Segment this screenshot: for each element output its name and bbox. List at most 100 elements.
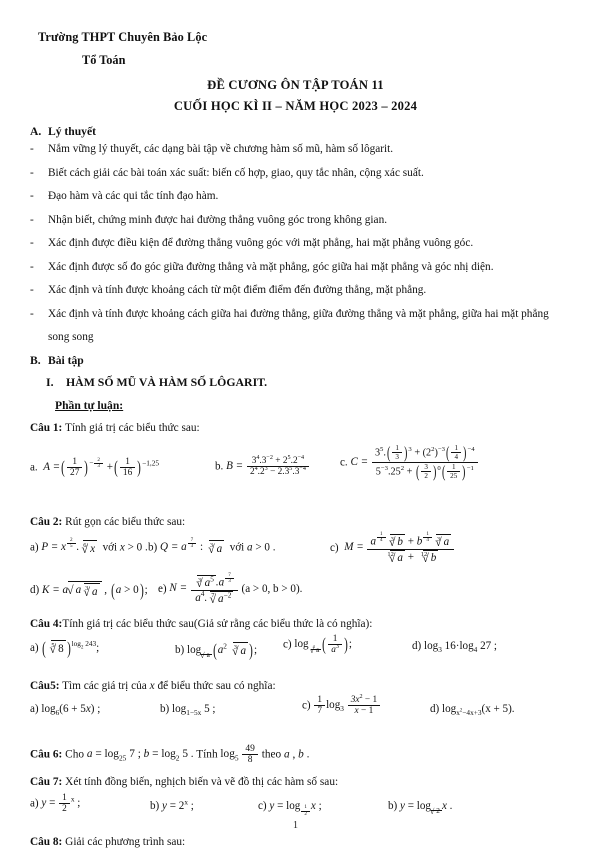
q4-part-c: c) log4a(1a3);	[283, 634, 352, 656]
theory-text: Đạo hàm và các qui tắc tính đạo hàm.	[48, 190, 219, 202]
q2b-condition: với a > 0 .	[229, 541, 276, 554]
question-5-text2: để biểu thức sau có nghĩa:	[157, 679, 276, 692]
q2a-condition: với x > 0 .	[102, 541, 148, 554]
question-6-tinh: Tính	[196, 748, 218, 761]
q5a-expression: log6(6 + 5x) ;	[41, 702, 101, 717]
q4-part-b: b) loga(a2 3a);	[175, 640, 257, 661]
q2e-expression: N = 3a5.a73 a4.7a−2 (a > 0, b > 0).	[169, 572, 302, 605]
school-name: Trường THPT Chuyên Bảo Lộc	[38, 30, 208, 44]
document-page: Trường THPT Chuyên Bảo Lộc Tổ Toán ĐỀ CƯ…	[0, 0, 591, 848]
q6-expression-2: log5 49 8	[220, 744, 258, 765]
dash-icon: -	[30, 166, 34, 179]
q7a-expression: y = 12x ;	[41, 792, 81, 815]
question-2-label: Câu 2:	[30, 515, 63, 528]
question-5-prompt: Câu5: Tìm các giá trị của x để biểu thức…	[30, 680, 591, 692]
section-b-heading: B. Bài tập	[30, 354, 591, 367]
q4b-expression: loga(a2 3a);	[187, 640, 257, 660]
q2b-label: b)	[148, 541, 158, 554]
q4a-expression: (58)log2 243;	[41, 638, 100, 658]
q1c-label: c.	[340, 455, 348, 468]
q5d-expression: logx2−4x+3(x + 5).	[442, 702, 515, 717]
q6-vars: a , b .	[284, 748, 310, 761]
document-title-line1: ĐỀ CƯƠNG ÔN TẬP TOÁN 11	[207, 78, 384, 92]
section-a-heading: A. Lý thuyết	[30, 125, 591, 138]
dash-icon: -	[30, 284, 34, 296]
question-4-label: Câu 4:	[30, 617, 63, 630]
q1-part-c: c. C = 35.(1 3)3 + (22)−3(1 4)−4 5−3.252 +…	[340, 443, 479, 482]
section-b-title: Bài tập	[48, 353, 84, 367]
q7d-expression: y = log2x .	[400, 800, 452, 814]
list-item: - Xác định và tính được khoảng cách giữa …	[30, 303, 565, 350]
question-5-label: Câu5:	[30, 679, 60, 692]
q5c-label: c)	[302, 698, 311, 711]
q7-part-d: b) y = log2x .	[388, 799, 452, 814]
q7-part-b: b) y = 2x ;	[150, 797, 194, 812]
q2d-expression: K = aa3a , (a > 0);	[42, 580, 148, 600]
question-2-prompt: Câu 2: Rút gọn các biểu thức sau:	[30, 516, 591, 528]
q2-part-b: b) Q = a73 : 3a với a > 0 .	[148, 537, 276, 556]
q1-part-b: b. B = 34.3−2 + 25.2−4 24.23 − 2.35.3−4	[215, 454, 310, 478]
q5b-label: b)	[160, 702, 170, 715]
q5c-expression: 1 7 log3 3x2 − 1x − 1	[313, 693, 381, 716]
dash-icon: -	[30, 213, 34, 226]
list-item: - Nhận biết, chứng minh được hai đường th…	[30, 209, 565, 233]
question-6-label: Câu 6:	[30, 748, 63, 761]
q7d-label: b)	[388, 799, 398, 812]
question-5-text: Tìm các giá trị của	[62, 679, 147, 692]
question-1-text: Tính giá trị các biểu thức sau:	[64, 421, 200, 434]
list-item: - Biết cách giải các bài toán xác suất: b…	[30, 162, 565, 186]
q7b-expression: y = 2x ;	[162, 797, 194, 812]
theory-text: Xác định được số đo góc giữa đường thẳng…	[48, 260, 494, 273]
question-1-prompt: Câu 1: Tính giá trị các biểu thức sau:	[30, 422, 591, 434]
list-item: - Xác định và tính được khoảng cách từ mộ…	[30, 279, 565, 303]
list-item: - Đạo hàm và các qui tắc tính đạo hàm.	[30, 185, 565, 209]
dash-icon: -	[30, 143, 34, 155]
q7a-label: a)	[30, 797, 39, 810]
q4c-label: c)	[283, 637, 292, 650]
dash-icon: -	[30, 307, 34, 320]
question-6-cho: Cho	[65, 748, 84, 761]
q7-part-a: a) y = 12x ;	[30, 793, 80, 815]
q2e-label: e)	[158, 582, 167, 595]
list-item: - Xác định được số đo góc giữa đường thẳn…	[30, 256, 565, 280]
question-4-prompt: Câu 4:Tính giá trị các biểu thức sau(Giả…	[30, 618, 591, 630]
q5d-label: d)	[430, 702, 440, 715]
theory-text: Xác định và tính được khoảng cách giữa h…	[48, 307, 549, 344]
theory-text: Biết cách giải các bài toán xác suất: bi…	[48, 166, 424, 179]
q1a-expression: A =(1 27)− 2 3 +(1 16)−1,25	[43, 456, 160, 478]
section-roman-title: HÀM SỐ MŨ VÀ HÀM SỐ LÔGARIT.	[66, 374, 268, 389]
q4d-expression: log3 16·log4 27 ;	[424, 639, 498, 654]
q7b-label: b)	[150, 799, 160, 812]
document-title-line2: CUỐI HỌC KÌ II – NĂM HỌC 2023 – 2024	[173, 99, 418, 113]
q2-part-a: a) P = x25.6x với x > 0 .	[30, 537, 148, 556]
dash-icon: -	[30, 237, 34, 249]
theory-list: - Nắm vững lý thuyết, các dạng bài tập về…	[0, 138, 591, 350]
section-roman-heading: I. HÀM SỐ MŨ VÀ HÀM SỐ LÔGARIT.	[46, 375, 591, 390]
q1b-expression: B = 34.3−2 + 25.2−4 24.23 − 2.35.3−4	[226, 454, 310, 477]
question-5-var: x	[149, 679, 155, 692]
section-a-label: A.	[30, 125, 42, 138]
question-2-text: Rút gọn các biểu thức sau:	[65, 515, 186, 528]
q1-part-a: a. A =(1 27)− 2 3 +(1 16)−1,25	[30, 457, 159, 479]
q4a-label: a)	[30, 641, 39, 654]
q5-part-c: c) 1 7 log3 3x2 − 1x − 1	[302, 693, 381, 717]
q2a-expression: P = x25.6x	[41, 537, 98, 555]
q5-part-b: b) log1−5x 5 ;	[160, 702, 216, 716]
question-1-parts: a. A =(1 27)− 2 3 +(1 16)−1,25 b. B = 34.3−2…	[30, 443, 591, 492]
list-item: - Nắm vững lý thuyết, các dạng bài tập về…	[30, 138, 565, 162]
q7c-label: c)	[258, 799, 267, 812]
question-1-label: Câu 1:	[30, 421, 63, 434]
q2d-label: d)	[30, 583, 40, 596]
q1a-label: a.	[30, 460, 38, 473]
theory-text: Nắm vững lý thuyết, các dạng bài tập về …	[48, 143, 394, 155]
theory-text: Xác định và tính được khoảng cách từ một…	[48, 284, 427, 296]
q6-expression-1: a = log25 7 ; b = log2 5 .	[86, 748, 194, 763]
subsection-wrap: Phần tự luận:	[0, 390, 591, 412]
question-4-parts: a) (58)log2 243; b) loga(a2 3a); c) log4…	[30, 634, 591, 668]
q5-part-d: d) logx2−4x+3(x + 5).	[430, 702, 515, 717]
q2-part-e: e) N = 3a5.a73 a4.7a−2 (a > 0, b > 0).	[158, 572, 302, 606]
page-number: 1	[293, 820, 298, 831]
q4d-label: d)	[412, 639, 422, 652]
department-name: Tổ Toán	[82, 53, 126, 67]
question-7-prompt: Câu 7: Xét tính đồng biến, nghịch biến v…	[30, 776, 591, 788]
